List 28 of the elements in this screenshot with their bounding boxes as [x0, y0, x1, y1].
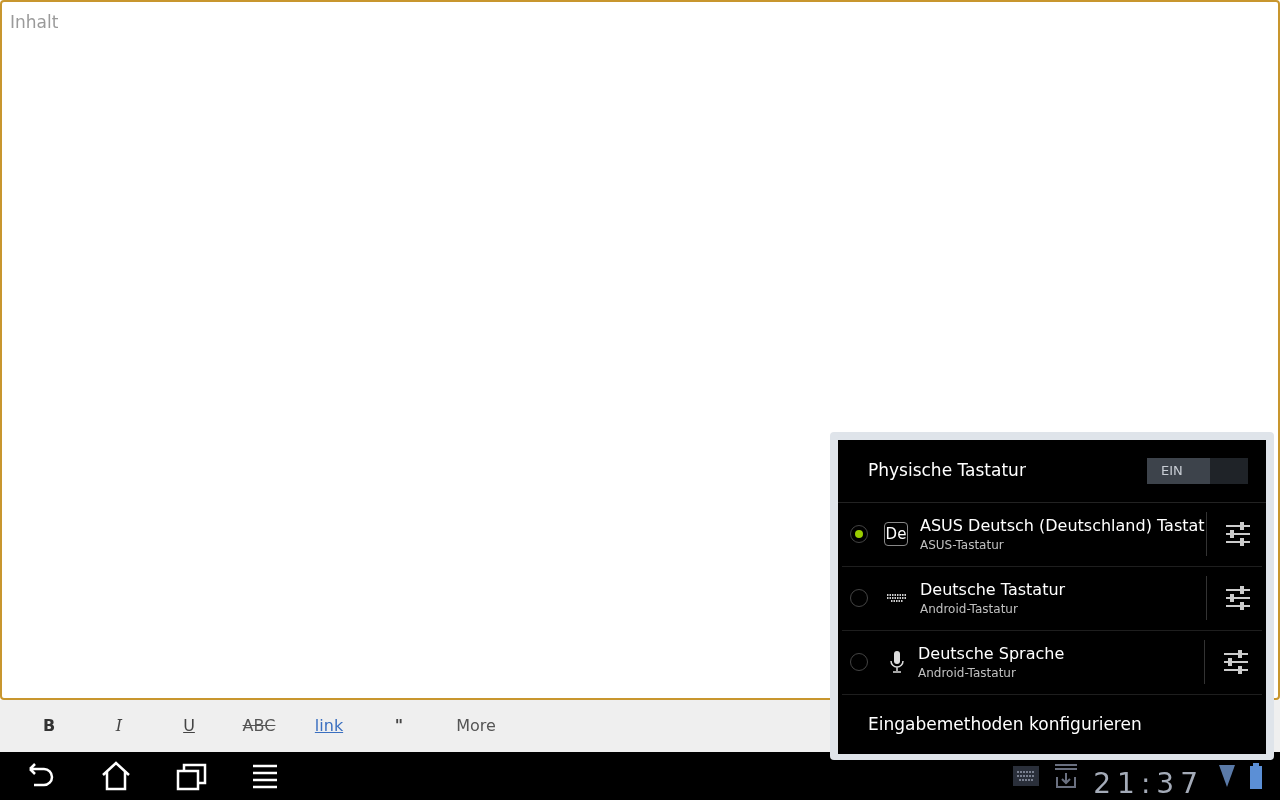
- input-method-subtitle: Android-Tastatur: [918, 665, 1017, 682]
- link-button[interactable]: link: [294, 706, 364, 746]
- menu-icon[interactable]: [252, 763, 278, 789]
- home-icon[interactable]: [100, 761, 132, 791]
- keyboard-icon[interactable]: [1013, 766, 1040, 786]
- recent-apps-icon[interactable]: [176, 761, 208, 791]
- download-icon[interactable]: [1053, 763, 1080, 789]
- italic-button[interactable]: I: [84, 706, 154, 746]
- settings-icon[interactable]: [1225, 585, 1251, 612]
- keyboard-icon: [886, 593, 908, 604]
- signal-icon: [1218, 763, 1236, 789]
- input-method-name[interactable]: ASUS Deutsch (Deutschland) Tastat: [920, 515, 1206, 538]
- settings-icon[interactable]: [1225, 521, 1251, 548]
- input-method-subtitle: Android-Tastatur: [920, 601, 1019, 618]
- input-method-name[interactable]: Deutsche Sprache: [918, 643, 1204, 666]
- settings-icon[interactable]: [1223, 649, 1249, 676]
- battery-icon: [1250, 763, 1262, 789]
- more-button[interactable]: More: [434, 706, 518, 746]
- language-badge: De: [884, 522, 908, 547]
- clock-time: 21:37: [1093, 770, 1204, 798]
- bold-button[interactable]: B: [14, 706, 84, 746]
- strikethrough-button[interactable]: ABC: [224, 706, 294, 746]
- underline-button[interactable]: U: [154, 706, 224, 746]
- quote-button[interactable]: ": [364, 706, 434, 746]
- microphone-icon: [890, 651, 904, 674]
- input-method-name[interactable]: Deutsche Tastatur: [920, 579, 1206, 602]
- physical-keyboard-label: Physische Tastatur: [868, 459, 1026, 483]
- input-method-subtitle: ASUS-Tastatur: [920, 537, 1005, 554]
